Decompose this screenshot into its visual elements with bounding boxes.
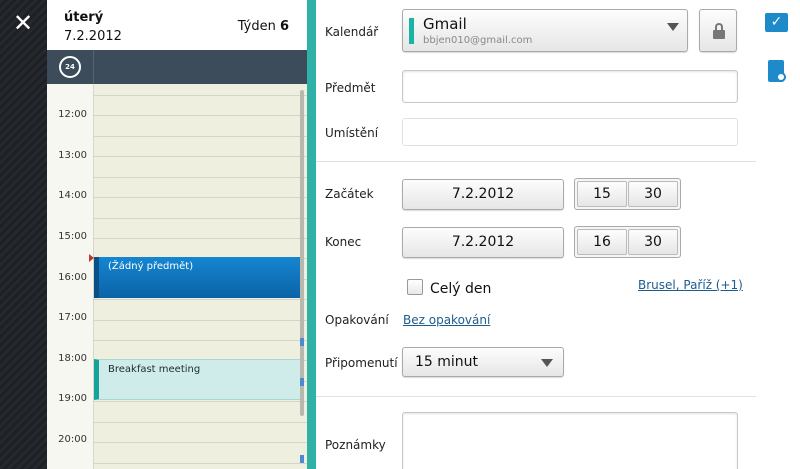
reminder-value: 15 minut	[415, 354, 479, 370]
start-minute[interactable]: 30	[628, 181, 678, 207]
grid-line	[94, 95, 307, 96]
dropdown-arrow-icon	[541, 359, 553, 367]
calendar-label: Kalendář	[325, 25, 379, 39]
week-number: 6	[279, 19, 289, 34]
calendar-email: bbjen010@gmail.com	[423, 35, 533, 46]
end-time-picker: 16 30	[574, 226, 681, 258]
grid-line	[94, 299, 307, 300]
time-label: 18:00	[58, 353, 87, 364]
section-divider	[316, 396, 756, 397]
time-gutter: 12:00 13:00 14:00 15:00 16:00 17:00 18:0…	[47, 84, 94, 469]
grid-line	[94, 177, 307, 178]
toolbar-divider	[93, 50, 94, 84]
scrollbar-marker	[300, 338, 304, 346]
time-label: 17:00	[58, 312, 87, 323]
action-bar: ✓	[756, 0, 800, 469]
time-label: 19:00	[58, 393, 87, 404]
all-day-label: Celý den	[430, 281, 492, 297]
grid-line	[94, 115, 307, 116]
reminder-label: Připomenutí	[325, 356, 398, 370]
grid-line	[94, 238, 307, 239]
end-hour[interactable]: 16	[577, 229, 627, 255]
grid-line	[94, 442, 307, 443]
clock-24-icon[interactable]: 24	[59, 56, 81, 78]
calendar-name: Gmail	[423, 15, 467, 33]
dropdown-arrow-icon	[667, 23, 679, 31]
reminder-select[interactable]: 15 minut	[402, 347, 564, 377]
event-form: Kalendář Gmail bbjen010@gmail.com Předmě…	[316, 0, 756, 469]
time-label: 12:00	[58, 109, 87, 120]
scrollbar[interactable]	[300, 90, 304, 416]
end-date-button[interactable]: 7.2.2012	[402, 227, 564, 258]
time-label: 20:00	[58, 434, 87, 445]
grid-line	[94, 136, 307, 137]
close-icon[interactable]: ✕	[10, 10, 36, 36]
repeat-label: Opakování	[325, 313, 389, 327]
subject-input[interactable]	[402, 70, 738, 103]
document-badge	[776, 72, 786, 82]
grid-line	[94, 422, 307, 423]
day-date: 7.2.2012	[64, 29, 122, 44]
time-label: 16:00	[58, 272, 87, 283]
privacy-lock-button[interactable]	[699, 9, 737, 52]
event-breakfast-meeting[interactable]: Breakfast meeting	[94, 359, 303, 400]
start-hour[interactable]: 15	[577, 181, 627, 207]
end-label: Konec	[325, 235, 362, 249]
day-toolbar: 24	[47, 50, 307, 84]
grid-line	[94, 340, 307, 341]
week-label: Týden 6	[238, 19, 289, 34]
time-label: 14:00	[58, 190, 87, 201]
notes-label: Poznámky	[325, 438, 386, 452]
day-name: úterý	[64, 10, 104, 25]
left-strip: ✕	[0, 0, 47, 469]
grid-line	[94, 401, 307, 402]
time-label: 15:00	[58, 231, 87, 242]
end-minute[interactable]: 30	[628, 229, 678, 255]
timezone-link[interactable]: Brusel, Paříž (+1)	[638, 278, 743, 292]
start-date-button[interactable]: 7.2.2012	[402, 179, 564, 210]
event-no-subject[interactable]: (Žádný předmět)	[94, 257, 303, 298]
grid-line	[94, 197, 307, 198]
start-label: Začátek	[325, 187, 374, 201]
calendar-color-swatch	[409, 18, 414, 44]
day-panel: úterý 7.2.2012 Týden 6 24 12:00 13:00 14…	[47, 0, 307, 469]
location-label: Umístění	[325, 126, 379, 140]
all-day-checkbox[interactable]	[407, 279, 423, 295]
scrollbar-marker	[300, 455, 304, 463]
calendar-select[interactable]: Gmail bbjen010@gmail.com	[402, 9, 688, 52]
repeat-link[interactable]: Bez opakování	[403, 313, 490, 327]
week-text: Týden	[237, 19, 276, 34]
document-icon[interactable]	[768, 60, 786, 82]
day-header: úterý 7.2.2012 Týden 6	[47, 0, 307, 50]
grid-line	[94, 218, 307, 219]
panel-divider	[307, 0, 316, 469]
time-label: 13:00	[58, 150, 87, 161]
grid-line	[94, 320, 307, 321]
grid-line	[94, 463, 307, 464]
section-divider	[316, 161, 756, 162]
subject-label: Předmět	[325, 81, 376, 95]
lock-icon-body	[713, 30, 725, 39]
grid-line	[94, 156, 307, 157]
scrollbar-marker	[300, 378, 304, 386]
start-time-picker: 15 30	[574, 178, 681, 210]
check-icon[interactable]: ✓	[765, 13, 788, 32]
location-input[interactable]	[402, 118, 738, 146]
notes-input[interactable]	[402, 412, 738, 469]
